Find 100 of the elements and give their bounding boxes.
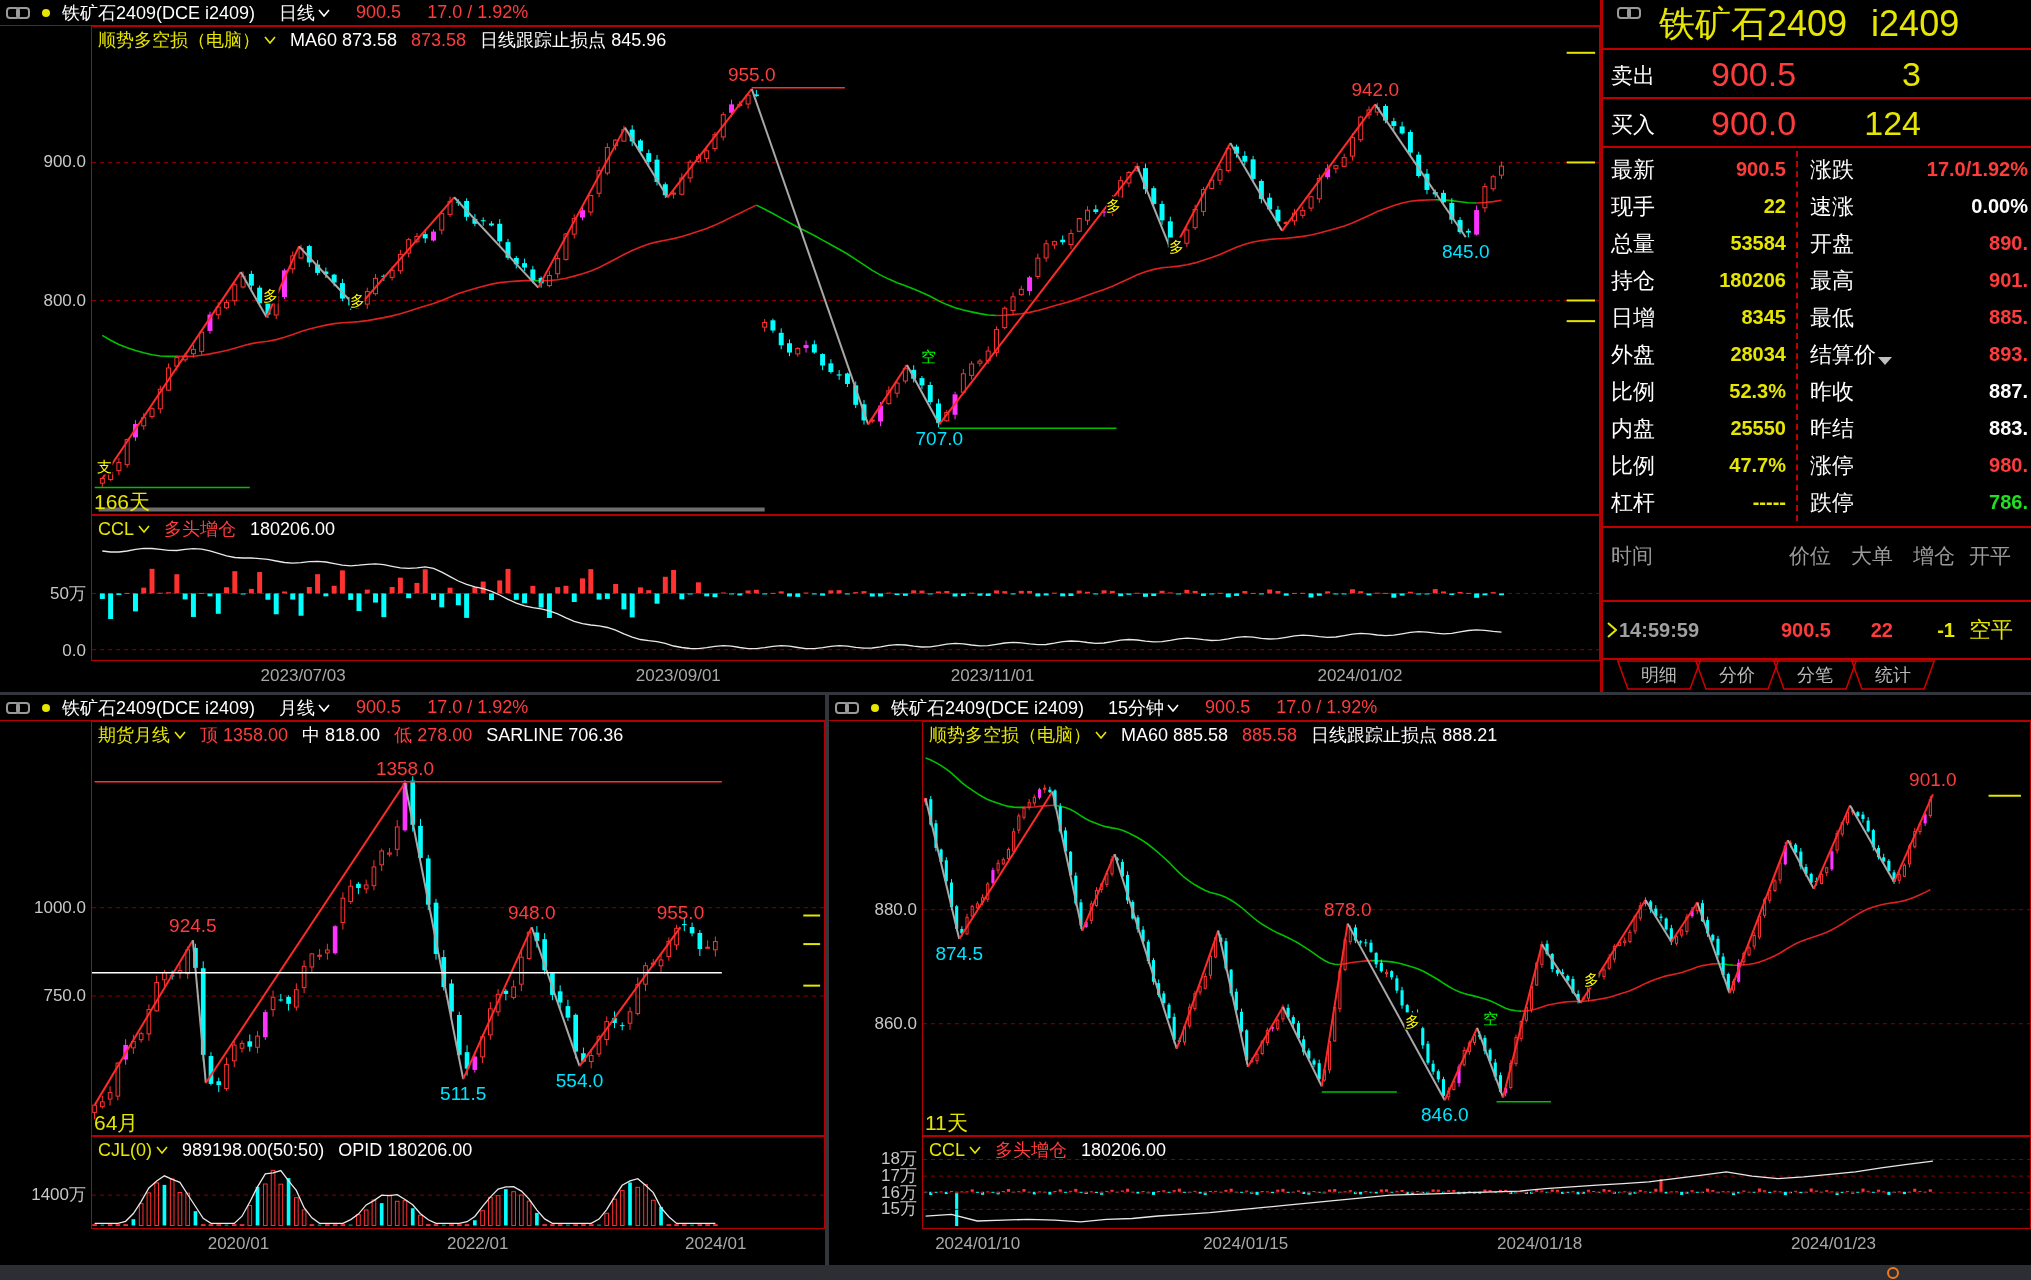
axis-tick-label: 1000.0 <box>34 897 86 918</box>
order-volume: 3 <box>1901 53 1921 94</box>
quote-label: 最高 <box>1810 266 1854 295</box>
price-change: 17.0 / 1.92% <box>427 697 529 718</box>
tab[interactable]: 分笔 <box>1773 660 1857 690</box>
quote-label: 速涨 <box>1810 192 1854 221</box>
indicator-reading: 顶 1358.00 <box>200 724 289 746</box>
price-change: 17.0 / 1.92% <box>1276 697 1378 718</box>
date-label: 2020/01 <box>207 1234 270 1254</box>
high-price-label: 878.0 <box>1323 898 1372 921</box>
caret-icon[interactable] <box>1878 357 1892 365</box>
axis-tick-label: 800.0 <box>43 290 86 311</box>
caret-icon <box>318 8 331 17</box>
quote-value: 17.0/1.92% <box>1926 158 2028 181</box>
date-label: 2024/01 <box>684 1234 747 1254</box>
quote-label: 最新 <box>1611 155 1655 184</box>
quote-value: 980. <box>1989 454 2028 477</box>
axis-tick-label: 880.0 <box>874 899 917 920</box>
dot-icon <box>871 703 879 712</box>
date-label: 2023/11/01 <box>950 666 1035 686</box>
tab[interactable]: 明细 <box>1617 660 1701 690</box>
indicator-reading: 低 278.00 <box>394 724 473 746</box>
long-signal-mark: 支 <box>97 457 113 475</box>
axis-tick-label: 860.0 <box>874 1014 917 1035</box>
date-label: 2024/01/23 <box>1790 1234 1877 1254</box>
indicator-dropdown[interactable]: CCL <box>98 518 150 540</box>
date-label: 2024/01/18 <box>1497 1234 1583 1254</box>
date-label: 2024/01/15 <box>1203 1234 1289 1254</box>
quote-label: 昨结 <box>1810 414 1854 443</box>
column-header: 增仓 <box>1912 543 1955 569</box>
axis-tick-label: 1400万 <box>31 1185 86 1206</box>
long-signal-mark: 多 <box>1168 237 1184 255</box>
period-dropdown[interactable]: 日线 <box>279 0 331 25</box>
indicator-reading: MA60 885.58 <box>1121 724 1229 746</box>
caret-icon <box>969 1146 981 1154</box>
high-price-label: 948.0 <box>507 902 556 925</box>
indicator-dropdown[interactable]: CJL(0) <box>98 1139 168 1161</box>
caret-icon <box>138 525 150 533</box>
price-marker <box>1565 161 1597 164</box>
indicator-dropdown[interactable]: 顺势多空损（电脑） <box>98 29 276 51</box>
caret-icon <box>1095 731 1107 739</box>
short-signal-mark: 空 <box>921 347 937 365</box>
indicator-reading: 885.58 <box>1242 724 1298 746</box>
date-label: 2023/09/01 <box>635 666 721 686</box>
column-header: 大单 <box>1850 543 1893 569</box>
quote-value: 53584 <box>1730 232 1786 255</box>
indicator-reading: OPID 180206.00 <box>338 1139 473 1161</box>
long-signal-mark: 多 <box>1404 1012 1420 1030</box>
last-price: 900.5 <box>356 2 402 23</box>
indicator-dropdown[interactable]: 期货月线 <box>98 724 186 746</box>
period-dropdown[interactable]: 15分钟 <box>1108 695 1180 720</box>
column-header: 时间 <box>1611 543 1654 569</box>
price-marker <box>1565 51 1597 54</box>
order-side-label: 买入 <box>1611 111 1656 139</box>
dot-icon <box>42 703 50 712</box>
quote-label: 总量 <box>1611 229 1655 258</box>
column-header: 开平 <box>1968 543 2012 569</box>
axis-tick-label: 900.0 <box>43 152 86 172</box>
position-change: -1 <box>1936 618 1955 642</box>
quote-value: 8345 <box>1741 306 1786 329</box>
trade-volume: 22 <box>1869 618 1893 642</box>
quote-label: 比例 <box>1611 451 1655 480</box>
tab[interactable]: 分价 <box>1695 660 1779 690</box>
period-dropdown[interactable]: 月线 <box>279 695 331 720</box>
quote-label: 最低 <box>1810 303 1854 332</box>
quote-label: 结算价 <box>1810 340 1876 369</box>
indicator-reading: 180206.00 <box>250 518 336 540</box>
order-volume: 124 <box>1863 102 1921 143</box>
quote-value: ----- <box>1752 491 1786 514</box>
quote-value: 900.5 <box>1735 158 1786 181</box>
quote-value: 52.3% <box>1729 380 1786 403</box>
indicator-reading: MA60 873.58 <box>290 29 398 51</box>
link-icon[interactable] <box>6 701 30 714</box>
quote-label: 杠杆 <box>1611 488 1655 517</box>
dot-icon <box>42 8 50 17</box>
quote-label: 跌停 <box>1810 488 1854 517</box>
low-price-label: 874.5 <box>935 942 983 965</box>
price-marker <box>1987 794 2022 797</box>
axis-tick-label: 18万 <box>881 1149 917 1169</box>
quote-value: 890. <box>1989 232 2028 255</box>
short-signal-mark: 空 <box>1482 1009 1498 1027</box>
quote-label: 开盘 <box>1810 229 1854 258</box>
link-icon[interactable] <box>6 6 30 19</box>
indicator-dropdown[interactable]: CCL <box>929 1139 981 1161</box>
quote-label: 现手 <box>1611 192 1655 221</box>
quote-value: 883. <box>1989 417 2028 440</box>
link-icon[interactable] <box>835 701 859 714</box>
quote-value: 22 <box>1763 195 1786 218</box>
quote-value: 901. <box>1989 269 2028 292</box>
quote-value: 887. <box>1989 380 2028 403</box>
link-icon[interactable] <box>1617 7 1641 19</box>
indicator-dropdown[interactable]: 顺势多空损（电脑） <box>929 724 1107 746</box>
caret-icon <box>1167 703 1180 712</box>
quote-value: 885. <box>1989 306 2028 329</box>
column-header: 价位 <box>1788 543 1831 569</box>
indicator-reading: 中 818.00 <box>302 724 381 746</box>
long-signal-mark: 多 <box>1583 970 1599 988</box>
axis-tick-label: 50万 <box>50 583 86 604</box>
tab[interactable]: 统计 <box>1851 660 1935 690</box>
axis-tick-label: 750.0 <box>43 986 86 1007</box>
